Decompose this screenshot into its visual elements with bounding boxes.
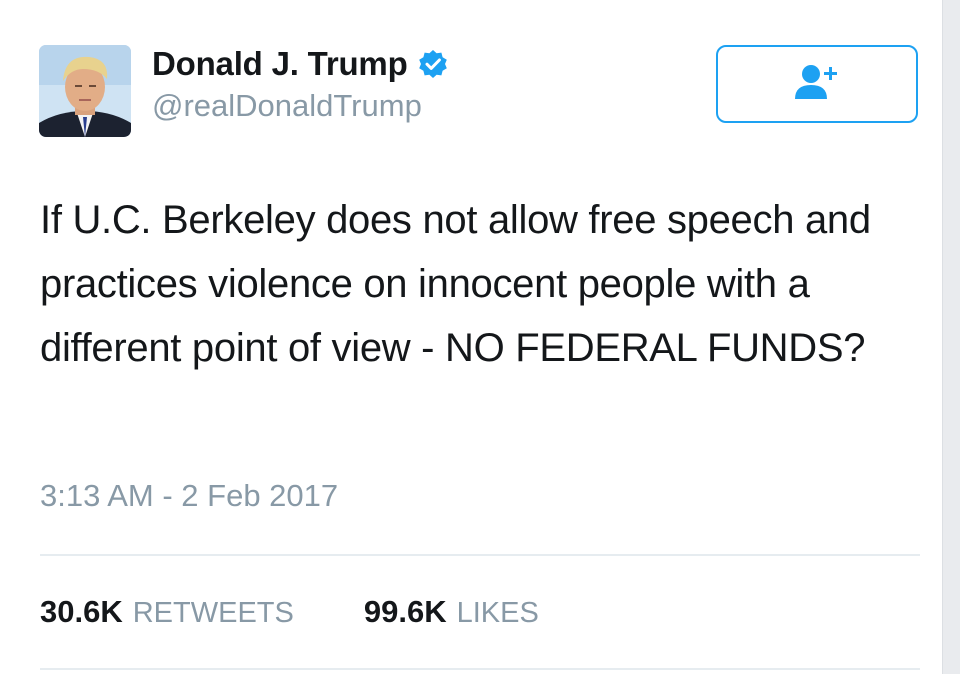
divider (40, 554, 920, 556)
profile-photo (39, 45, 131, 137)
display-name[interactable]: Donald J. Trump (152, 45, 408, 83)
add-user-icon (794, 63, 840, 106)
likes-stat[interactable]: 99.6K LIKES (364, 594, 539, 630)
verified-badge-icon (418, 49, 448, 79)
tweet-card: Donald J. Trump @realDonaldTrump If U.C.… (0, 0, 943, 674)
retweets-label: RETWEETS (132, 597, 294, 629)
author-name-row: Donald J. Trump (152, 44, 448, 84)
tweet-stats: 30.6K RETWEETS 99.6K LIKES (40, 594, 539, 630)
divider (40, 668, 920, 670)
author-handle[interactable]: @realDonaldTrump (152, 88, 422, 124)
retweets-stat[interactable]: 30.6K RETWEETS (40, 594, 294, 630)
follow-button[interactable] (716, 45, 918, 123)
likes-count: 99.6K (363, 594, 447, 629)
tweet-timestamp[interactable]: 3:13 AM - 2 Feb 2017 (40, 478, 338, 514)
avatar[interactable] (39, 45, 131, 137)
retweets-count: 30.6K (40, 594, 123, 629)
tweet-text: If U.C. Berkeley does not allow free spe… (40, 198, 871, 370)
likes-label: LIKES (456, 597, 539, 629)
